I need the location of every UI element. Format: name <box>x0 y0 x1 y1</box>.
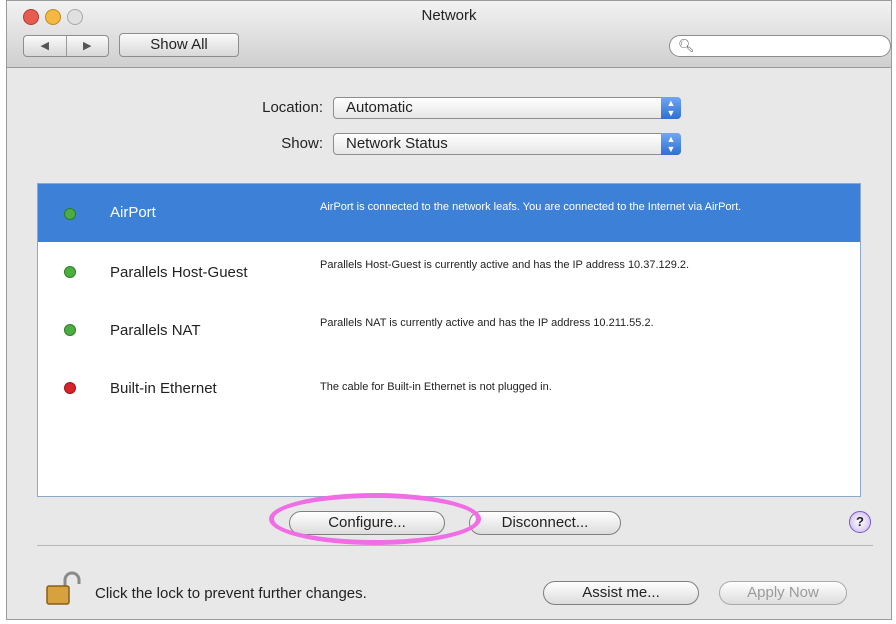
lock-message: Click the lock to prevent further change… <box>95 585 367 602</box>
service-name: Parallels Host-Guest <box>110 264 248 281</box>
location-value: Automatic <box>346 99 413 116</box>
title-bar: Network ◀ ▶ Show All 🔍︎ <box>7 1 891 68</box>
service-row-airport[interactable]: AirPort AirPort is connected to the netw… <box>38 184 860 242</box>
show-label: Show: <box>281 135 323 152</box>
service-row-parallels-nat[interactable]: Parallels NAT Parallels NAT is currently… <box>38 302 860 360</box>
location-popup[interactable]: Automatic ▲ ▼ <box>333 97 681 119</box>
disconnect-button[interactable]: Disconnect... <box>469 511 621 535</box>
service-row-built-in-ethernet[interactable]: Built-in Ethernet The cable for Built-in… <box>38 360 860 418</box>
service-name: AirPort <box>110 204 156 221</box>
back-forward-control: ◀ ▶ <box>23 35 109 57</box>
help-button[interactable]: ? <box>849 511 871 533</box>
status-green-icon <box>64 266 76 278</box>
service-row-parallels-host-guest[interactable]: Parallels Host-Guest Parallels Host-Gues… <box>38 244 860 302</box>
apply-now-button[interactable]: Apply Now <box>719 581 847 605</box>
search-field[interactable]: 🔍︎ <box>669 35 891 57</box>
service-description: Parallels Host-Guest is currently active… <box>320 259 690 271</box>
network-service-list: AirPort AirPort is connected to the netw… <box>37 183 861 497</box>
service-name: Parallels NAT <box>110 322 201 339</box>
magnifier-icon: 🔍︎ <box>678 38 695 53</box>
service-name: Built-in Ethernet <box>110 380 217 397</box>
status-red-icon <box>64 382 76 394</box>
lock-icon[interactable] <box>45 571 81 607</box>
service-description: The cable for Built-in Ethernet is not p… <box>320 381 552 393</box>
popup-arrows-icon: ▲ ▼ <box>661 97 681 119</box>
back-button[interactable]: ◀ <box>24 36 67 56</box>
status-green-icon <box>64 208 76 220</box>
popup-arrows-icon: ▲ ▼ <box>661 133 681 155</box>
show-popup[interactable]: Network Status ▲ ▼ <box>333 133 681 155</box>
forward-button[interactable]: ▶ <box>67 36 109 56</box>
status-green-icon <box>64 324 76 336</box>
show-all-button[interactable]: Show All <box>119 33 239 57</box>
show-value: Network Status <box>346 135 448 152</box>
search-input[interactable] <box>694 38 878 56</box>
service-description: Parallels NAT is currently active and ha… <box>320 317 654 329</box>
network-preferences-window: Network ◀ ▶ Show All 🔍︎ Location: Automa… <box>6 0 892 620</box>
service-description: AirPort is connected to the network leaf… <box>320 201 742 213</box>
configure-button[interactable]: Configure... <box>289 511 445 535</box>
divider <box>37 545 873 546</box>
window-title: Network <box>421 7 477 24</box>
assist-me-button[interactable]: Assist me... <box>543 581 699 605</box>
location-label: Location: <box>262 99 323 116</box>
